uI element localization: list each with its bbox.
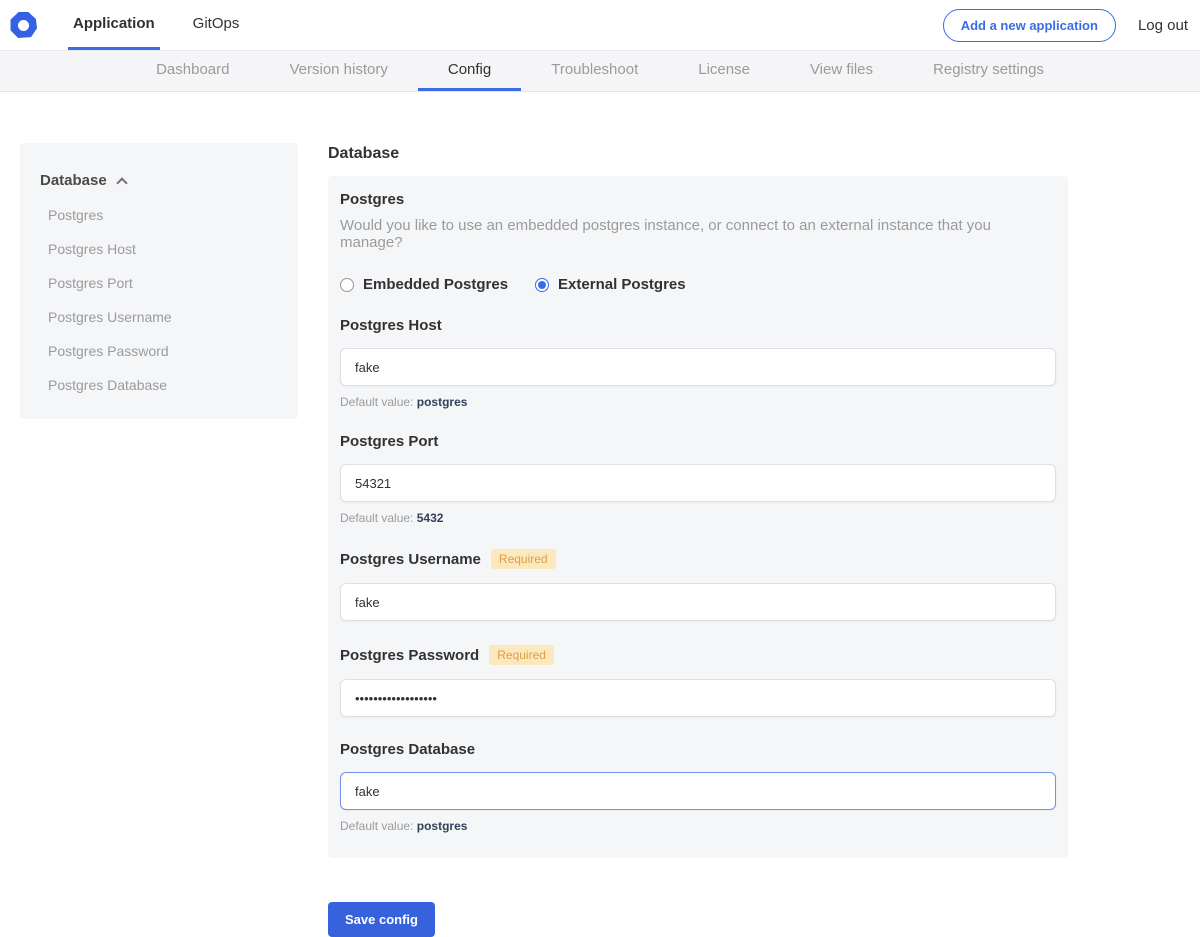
kots-logo-icon[interactable] bbox=[10, 12, 37, 39]
postgres-password-label: Postgres Password bbox=[340, 647, 479, 664]
config-main: Database Postgres Would you like to use … bbox=[328, 143, 1068, 937]
section-title: Database bbox=[328, 145, 1068, 163]
logout-link[interactable]: Log out bbox=[1138, 17, 1188, 34]
radio-external-postgres-label: External Postgres bbox=[558, 276, 686, 293]
config-sidebar: Database Postgres Postgres Host Postgres… bbox=[20, 143, 298, 419]
postgres-username-input[interactable] bbox=[340, 583, 1056, 621]
postgres-port-label: Postgres Port bbox=[340, 433, 438, 450]
subnav-tab-dashboard[interactable]: Dashboard bbox=[126, 51, 259, 91]
sidebar-item-postgres-port[interactable]: Postgres Port bbox=[40, 275, 278, 291]
radio-embedded-postgres[interactable]: Embedded Postgres bbox=[340, 276, 508, 293]
subnav-tab-troubleshoot[interactable]: Troubleshoot bbox=[521, 51, 668, 91]
postgres-password-input[interactable] bbox=[340, 679, 1056, 717]
default-prefix: Default value: bbox=[340, 819, 413, 833]
postgres-host-default-hint: Default value: postgres bbox=[340, 395, 1056, 409]
add-new-application-button[interactable]: Add a new application bbox=[943, 9, 1116, 42]
radio-unchecked-icon[interactable] bbox=[340, 278, 354, 292]
radio-external-postgres[interactable]: External Postgres bbox=[535, 276, 686, 293]
postgres-port-input[interactable] bbox=[340, 464, 1056, 502]
default-value: postgres bbox=[417, 395, 468, 409]
postgres-group-label: Postgres bbox=[340, 191, 1056, 208]
postgres-host-label: Postgres Host bbox=[340, 317, 442, 334]
sidebar-item-postgres-password[interactable]: Postgres Password bbox=[40, 343, 278, 359]
default-prefix: Default value: bbox=[340, 511, 413, 525]
sidebar-item-postgres-username[interactable]: Postgres Username bbox=[40, 309, 278, 325]
postgres-database-input[interactable] bbox=[340, 772, 1056, 810]
subnav-tab-version-history[interactable]: Version history bbox=[259, 51, 417, 91]
postgres-group-help-text: Would you like to use an embedded postgr… bbox=[340, 217, 1056, 251]
sidebar-item-postgres-host[interactable]: Postgres Host bbox=[40, 241, 278, 257]
postgres-port-default-hint: Default value: 5432 bbox=[340, 511, 1056, 525]
tab-application[interactable]: Application bbox=[68, 0, 160, 50]
sidebar-item-postgres[interactable]: Postgres bbox=[40, 207, 278, 223]
required-badge: Required bbox=[491, 549, 556, 569]
top-nav-tabs: Application GitOps bbox=[68, 0, 272, 50]
chevron-up-icon bbox=[116, 177, 127, 188]
radio-checked-icon[interactable] bbox=[535, 278, 549, 292]
postgres-database-default-hint: Default value: postgres bbox=[340, 819, 1056, 833]
field-label-row: Postgres Database bbox=[340, 741, 1056, 758]
save-config-button[interactable]: Save config bbox=[328, 902, 435, 937]
postgres-username-label: Postgres Username bbox=[340, 551, 481, 568]
default-value: 5432 bbox=[417, 511, 444, 525]
default-value: postgres bbox=[417, 819, 468, 833]
sidebar-group-title: Database bbox=[40, 172, 107, 189]
postgres-host-input[interactable] bbox=[340, 348, 1056, 386]
field-label-row: Postgres Password Required bbox=[340, 645, 1056, 665]
content-area: Database Postgres Postgres Host Postgres… bbox=[0, 92, 1200, 937]
radio-embedded-postgres-label: Embedded Postgres bbox=[363, 276, 508, 293]
postgres-radio-group: Embedded Postgres External Postgres bbox=[340, 276, 1056, 293]
top-nav: Application GitOps Add a new application… bbox=[0, 0, 1200, 51]
sidebar-item-postgres-database[interactable]: Postgres Database bbox=[40, 377, 278, 393]
field-label-row: Postgres Host bbox=[340, 317, 1056, 334]
subnav-tab-registry-settings[interactable]: Registry settings bbox=[903, 51, 1074, 91]
subnav-tab-config[interactable]: Config bbox=[418, 51, 521, 91]
app-sub-nav: Dashboard Version history Config Trouble… bbox=[0, 51, 1200, 92]
subnav-tab-license[interactable]: License bbox=[668, 51, 780, 91]
required-badge: Required bbox=[489, 645, 554, 665]
field-label-row: Postgres Username Required bbox=[340, 549, 1056, 569]
subnav-tab-view-files[interactable]: View files bbox=[780, 51, 903, 91]
default-prefix: Default value: bbox=[340, 395, 413, 409]
postgres-database-label: Postgres Database bbox=[340, 741, 475, 758]
logo-wrap bbox=[0, 0, 37, 50]
top-nav-right: Add a new application Log out bbox=[943, 0, 1200, 50]
config-group-card: Postgres Would you like to use an embedd… bbox=[328, 176, 1068, 858]
sidebar-group-database[interactable]: Database bbox=[40, 172, 278, 189]
field-label-row: Postgres Port bbox=[340, 433, 1056, 450]
tab-gitops[interactable]: GitOps bbox=[188, 0, 245, 50]
